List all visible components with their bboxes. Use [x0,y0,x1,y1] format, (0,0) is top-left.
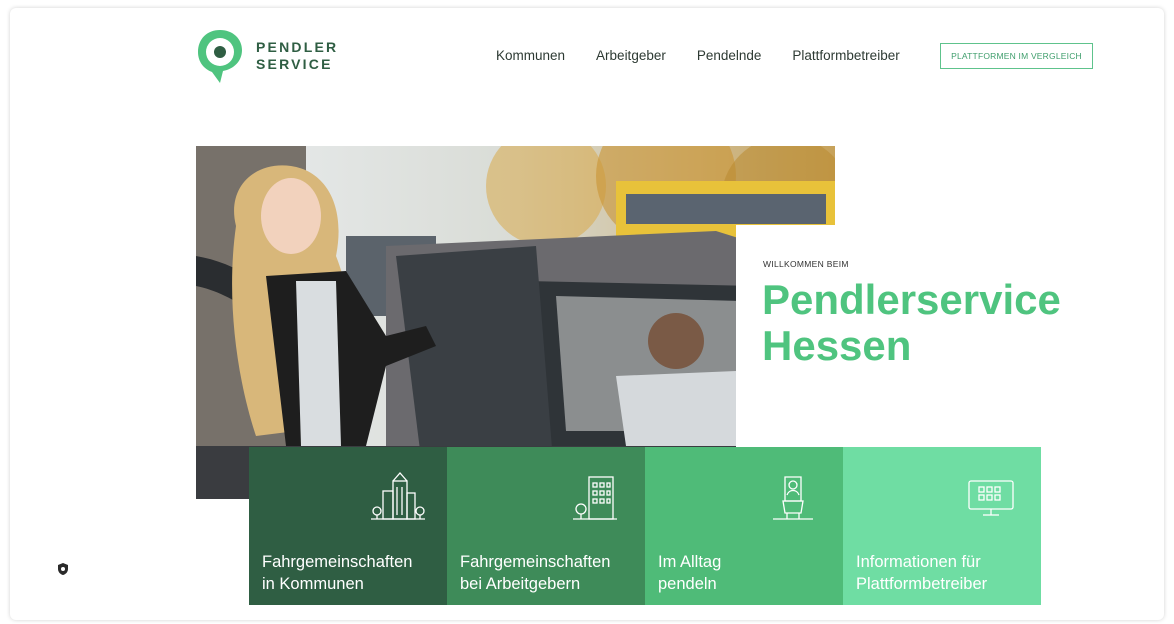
commuter-seat-icon [765,471,821,525]
page-title-line-1: Pendlerservice [762,276,1061,323]
nav-item-pendelnde[interactable]: Pendelnde [697,48,762,63]
brand-name: PENDLER SERVICE [256,39,338,73]
main-nav: Kommunen Arbeitgeber Pendelnde Plattform… [496,48,931,63]
nav-item-plattformbetreiber[interactable]: Plattformbetreiber [792,48,899,63]
brand-line-2: SERVICE [256,56,333,72]
nav-item-arbeitgeber[interactable]: Arbeitgeber [596,48,666,63]
compare-platforms-button[interactable]: PLATTFORMEN IM VERGLEICH [940,43,1093,69]
tile-label-line-2: bei Arbeitgebern [460,575,581,593]
brand-line-1: PENDLER [256,39,339,55]
tile-label: Informationen für Plattformbetreiber [856,551,987,595]
monitor-icon [963,471,1019,525]
office-building-icon [567,471,623,525]
page-title: Pendlerservice Hessen [762,277,1162,369]
tile-label-line-1: Im Alltag [658,553,722,571]
tile-label: Fahrgemeinschaften in Kommunen [262,551,412,595]
tile-alltag[interactable]: Im Alltag pendeln [645,447,843,605]
tile-label-line-2: in Kommunen [262,575,364,593]
welcome-kicker: WILLKOMMEN BEIM [763,259,849,269]
shield-icon[interactable] [56,562,70,576]
location-pin-icon [196,28,244,84]
tile-label: Im Alltag pendeln [658,551,721,595]
tile-label: Fahrgemeinschaften bei Arbeitgebern [460,551,610,595]
category-tiles: Fahrgemeinschaften in Kommunen Fahrgemei… [249,447,1041,605]
page-title-line-2: Hessen [762,322,912,369]
tile-label-line-1: Fahrgemeinschaften [460,553,611,571]
tile-arbeitgeber[interactable]: Fahrgemeinschaften bei Arbeitgebern [447,447,645,605]
tile-label-line-1: Fahrgemeinschaften [262,553,413,571]
tile-label-line-2: Plattformbetreiber [856,575,988,593]
nav-item-kommunen[interactable]: Kommunen [496,48,565,63]
brand-logo[interactable]: PENDLER SERVICE [196,28,338,84]
tile-label-line-2: pendeln [658,575,717,593]
tile-plattformbetreiber[interactable]: Informationen für Plattformbetreiber [843,447,1041,605]
tile-label-line-1: Informationen für [856,553,981,571]
city-buildings-icon [369,471,425,525]
tile-kommunen[interactable]: Fahrgemeinschaften in Kommunen [249,447,447,605]
